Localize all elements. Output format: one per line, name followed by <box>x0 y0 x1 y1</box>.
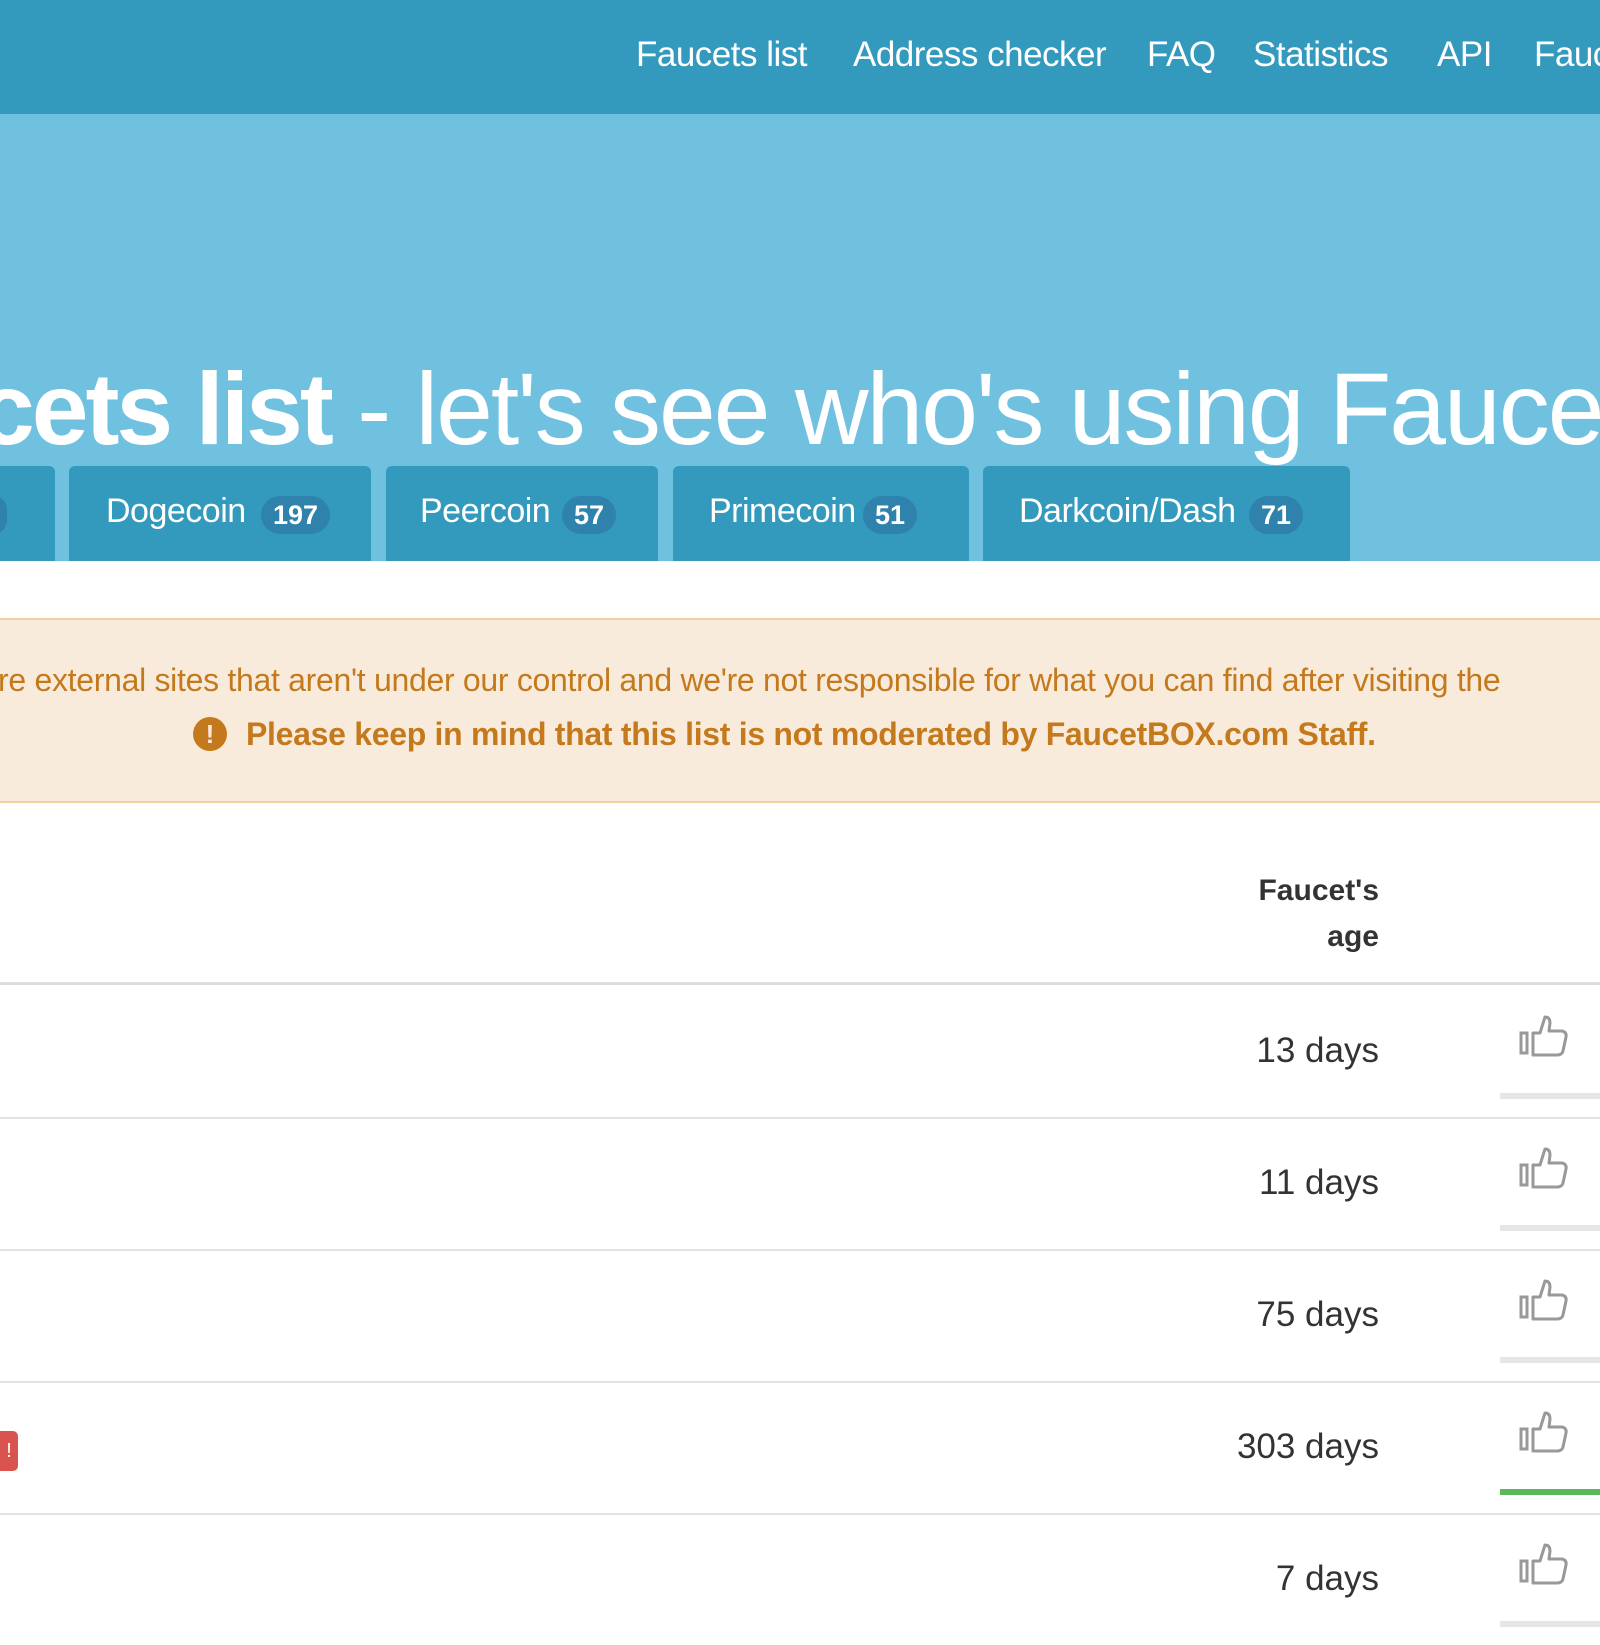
column-header-line2: age <box>1327 920 1379 953</box>
faucet-age: 13 days <box>1256 1031 1379 1070</box>
warning-moderation-note: Please keep in mind that this list is no… <box>246 716 1376 752</box>
vote-ratio-bar <box>1500 1621 1600 1627</box>
thumbs-up-button[interactable] <box>1518 1277 1570 1323</box>
top-navbar: Faucets list Address checker FAQ Statist… <box>0 0 1600 114</box>
column-header-faucet-age[interactable]: Faucet's age <box>1258 868 1379 960</box>
tab-count-badge: 57 <box>562 496 617 534</box>
nav-faucet-partial[interactable]: Fauc <box>1534 33 1600 77</box>
nav-address-checker[interactable]: Address checker <box>853 33 1107 77</box>
faucet-age: 303 days <box>1236 1427 1379 1466</box>
tab-label: Dogecoin <box>106 492 246 530</box>
table-row: 13 days <box>0 985 1600 1119</box>
thumbs-up-icon <box>1519 1279 1568 1321</box>
tab-count-badge: 71 <box>1249 496 1304 534</box>
faucet-age: 7 days <box>1275 1559 1379 1598</box>
page-title-subtitle: - let's see who's using Faucet <box>330 352 1600 466</box>
exclamation-circle-icon: ! <box>193 717 227 751</box>
vote-ratio-bar <box>1500 1225 1600 1231</box>
thumbs-up-icon <box>1519 1147 1568 1189</box>
tab-count-badge: 51 <box>863 496 918 534</box>
status-badge: ! <box>0 1431 18 1471</box>
page-title: cets list - let's see who's using Faucet <box>0 349 1600 469</box>
table-row: 11 days <box>0 1117 1600 1251</box>
thumbs-up-icon <box>1519 1015 1568 1057</box>
vote-ratio-bar <box>1500 1489 1600 1495</box>
warning-alert: re external sites that aren't under our … <box>0 618 1600 803</box>
tab-peercoin[interactable]: Peercoin 57 <box>386 466 658 561</box>
page-title-strong: cets list <box>0 352 334 466</box>
tab-primecoin[interactable]: Primecoin 51 <box>673 466 969 561</box>
thumbs-up-button[interactable] <box>1518 1541 1570 1587</box>
nav-api[interactable]: API <box>1437 33 1492 77</box>
tab-count-badge: 2 <box>0 496 8 534</box>
faucet-age: 11 days <box>1259 1163 1379 1202</box>
table-row: 75 days <box>0 1249 1600 1383</box>
vote-ratio-bar <box>1500 1093 1600 1099</box>
thumbs-up-button[interactable] <box>1518 1013 1570 1059</box>
nav-faq[interactable]: FAQ <box>1147 33 1216 77</box>
faucet-age: 75 days <box>1256 1295 1379 1334</box>
column-header-line1: Faucet's <box>1258 874 1379 907</box>
thumbs-up-icon <box>1519 1411 1568 1453</box>
nav-faucets-list[interactable]: Faucets list <box>636 33 808 77</box>
vote-ratio-fill <box>1500 1489 1600 1495</box>
table-row: 7 days <box>0 1513 1600 1645</box>
table-row: ! 303 days <box>0 1381 1600 1515</box>
warning-text: re external sites that aren't under our … <box>0 662 1501 698</box>
tab-label: Primecoin <box>709 492 856 530</box>
thumbs-up-icon <box>1519 1543 1568 1585</box>
nav-statistics[interactable]: Statistics <box>1253 33 1389 77</box>
vote-ratio-bar <box>1500 1357 1600 1363</box>
thumbs-up-button[interactable] <box>1518 1409 1570 1455</box>
tab-label: Peercoin <box>420 492 551 530</box>
tab-label: Darkcoin/Dash <box>1019 492 1236 530</box>
tab-bitcoin[interactable]: 2 <box>0 466 55 561</box>
tab-count-badge: 197 <box>261 496 331 534</box>
tab-dogecoin[interactable]: Dogecoin 197 <box>69 466 371 561</box>
thumbs-up-button[interactable] <box>1518 1145 1570 1191</box>
tab-darkcoin-dash[interactable]: Darkcoin/Dash 71 <box>983 466 1350 561</box>
